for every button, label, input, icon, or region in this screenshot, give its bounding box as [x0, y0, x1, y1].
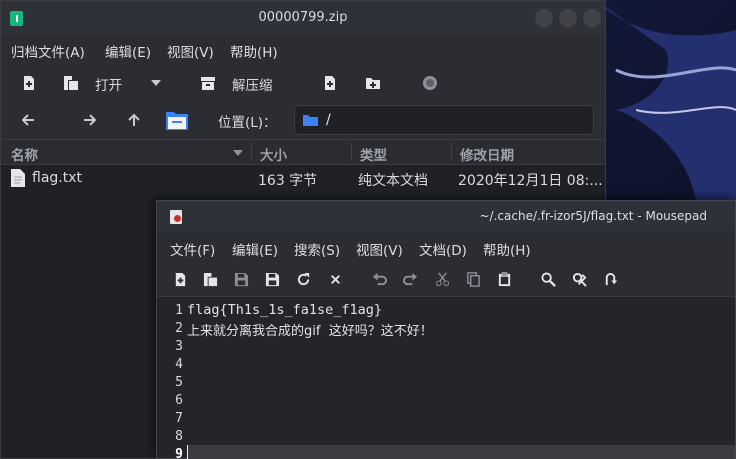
add-folder-icon[interactable] — [365, 75, 381, 91]
up-arrow-icon[interactable] — [126, 112, 142, 128]
text-cursor — [187, 445, 188, 459]
line-number: 4 — [175, 357, 183, 372]
save-icon[interactable] — [234, 272, 249, 287]
menu-file[interactable]: 文件(F) — [170, 239, 215, 259]
add-files-icon[interactable] — [322, 75, 338, 91]
file-list-header: 名称 大小 类型 修改日期 — [1, 139, 605, 165]
location-label: 位置(L)： — [218, 115, 277, 131]
menu-edit[interactable]: 编辑(E) — [232, 239, 278, 259]
menu-view[interactable]: 视图(V) — [356, 239, 403, 259]
menu-search[interactable]: 搜索(S) — [294, 239, 340, 259]
extract-icon[interactable] — [200, 75, 216, 91]
file-modified: 2020年12月1日 08:... — [458, 173, 603, 189]
file-type: 纯文本文档 — [358, 173, 428, 189]
mousepad-titlebar[interactable]: ~/.cache/.fr-izor5J/flag.txt - Mousepad — [157, 201, 735, 231]
open-label[interactable]: 打开 — [95, 74, 122, 94]
back-arrow-icon[interactable] — [20, 112, 36, 128]
line-number-gutter: 1 2 3 4 5 6 7 8 9 — [157, 297, 187, 459]
reload-icon[interactable] — [296, 272, 311, 287]
line-number-current: 9 — [175, 447, 183, 459]
mousepad-menubar: 文件(F) 编辑(E) 搜索(S) 视图(V) 文档(D) 帮助(H) — [157, 231, 735, 261]
stop-icon[interactable] — [422, 75, 438, 91]
archive-titlebar[interactable]: 00000799.zip — [1, 1, 605, 35]
line-number: 8 — [175, 429, 183, 444]
line-number: 7 — [175, 411, 183, 426]
column-separator — [251, 143, 252, 161]
location-path: / — [326, 112, 331, 128]
sort-down-icon[interactable] — [232, 148, 244, 158]
mousepad-window: ~/.cache/.fr-izor5J/flag.txt - Mousepad … — [156, 200, 736, 459]
column-separator — [451, 143, 452, 161]
minimize-button[interactable] — [535, 9, 553, 27]
maximize-button[interactable] — [559, 9, 577, 27]
file-row[interactable]: flag.txt 163 字节 纯文本文档 2020年12月1日 08:... — [1, 165, 605, 193]
file-size: 163 字节 — [258, 173, 318, 189]
column-name[interactable]: 名称 — [11, 144, 38, 164]
file-name: flag.txt — [32, 170, 82, 186]
text-file-icon — [11, 169, 25, 187]
location-bar: 位置(L)： / — [1, 103, 605, 139]
close-document-icon[interactable] — [328, 272, 343, 287]
mousepad-window-title: ~/.cache/.fr-izor5J/flag.txt - Mousepad — [479, 209, 708, 223]
line-number: 6 — [175, 393, 183, 408]
column-size[interactable]: 大小 — [260, 144, 287, 164]
line-number: 2 — [175, 321, 183, 336]
save-as-icon[interactable] — [265, 272, 280, 287]
copy-icon[interactable] — [466, 272, 481, 287]
find-icon[interactable] — [541, 272, 556, 287]
text-line: 上来就分离我合成的gif 这好吗？这不好！ — [187, 324, 433, 339]
line-number: 5 — [175, 375, 183, 390]
undo-icon[interactable] — [372, 272, 387, 287]
new-document-icon[interactable] — [173, 272, 188, 287]
archive-window-title: 00000799.zip — [258, 10, 348, 25]
open-archive-icon[interactable] — [63, 75, 79, 91]
forward-arrow-icon[interactable] — [82, 112, 98, 128]
column-type[interactable]: 类型 — [360, 144, 387, 164]
current-line-highlight — [187, 445, 735, 459]
cut-icon[interactable] — [435, 272, 450, 287]
menu-edit[interactable]: 编辑(E) — [105, 41, 151, 61]
menu-view[interactable]: 视图(V) — [167, 41, 214, 61]
line-number: 3 — [175, 339, 183, 354]
menu-help[interactable]: 帮助(H) — [230, 41, 278, 61]
text-editor[interactable]: 1 2 3 4 5 6 7 8 9 flag{Th1s_1s_fa1se_f1a… — [157, 297, 735, 459]
column-modified[interactable]: 修改日期 — [460, 144, 514, 164]
menu-document[interactable]: 文档(D) — [419, 239, 467, 259]
archive-toolbar: 打开 解压缩 — [1, 63, 605, 103]
line-number: 1 — [175, 303, 183, 318]
extract-label[interactable]: 解压缩 — [232, 74, 273, 94]
new-window-icon[interactable] — [203, 272, 218, 287]
text-line: flag{Th1s_1s_fa1se_f1ag} — [187, 302, 383, 318]
open-dropdown-icon[interactable] — [149, 77, 163, 89]
mousepad-toolbar — [157, 261, 735, 297]
menu-archive[interactable]: 归档文件(A) — [11, 41, 85, 61]
location-input[interactable]: / — [294, 105, 594, 135]
archive-menubar: 归档文件(A) 编辑(E) 视图(V) 帮助(H) — [1, 35, 605, 63]
find-replace-icon[interactable] — [572, 272, 587, 287]
folder-icon — [303, 115, 318, 126]
paste-icon[interactable] — [497, 272, 512, 287]
go-to-line-icon[interactable] — [603, 272, 618, 287]
menu-help[interactable]: 帮助(H) — [483, 239, 531, 259]
home-folder-icon[interactable] — [165, 108, 189, 132]
new-archive-icon[interactable] — [21, 75, 37, 91]
close-button[interactable] — [583, 9, 601, 27]
redo-icon[interactable] — [403, 272, 418, 287]
column-separator — [351, 143, 352, 161]
